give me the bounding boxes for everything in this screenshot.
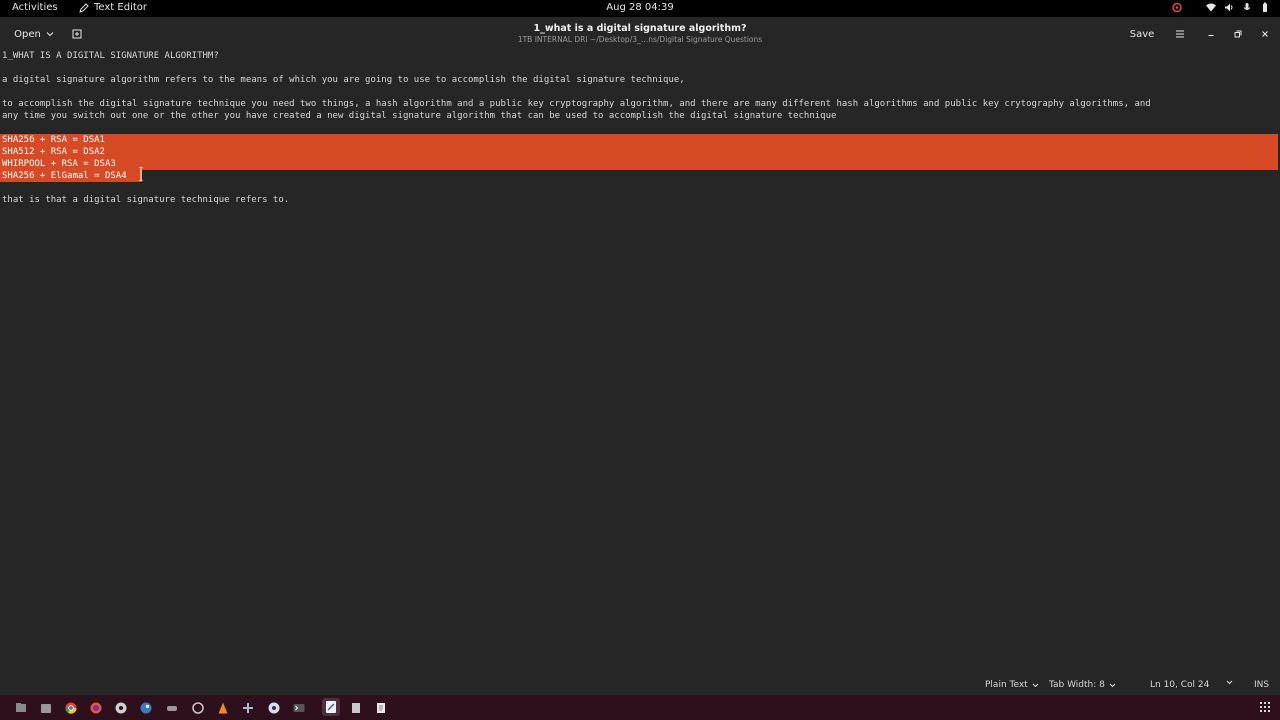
restore-icon: [1234, 30, 1242, 38]
clock[interactable]: Aug 28 04:39: [606, 2, 673, 13]
text-editor-icon: [79, 2, 89, 13]
cursor-position[interactable]: Ln 10, Col 24: [1150, 680, 1209, 690]
insert-mode[interactable]: INS: [1254, 680, 1269, 690]
header-bar: Open 1_what is a digital signature algor…: [0, 17, 1280, 50]
document-path: 1TB INTERNAL DRI ~/Desktop/3_…ns/Digital…: [517, 35, 763, 44]
text-line[interactable]: 1_WHAT IS A DIGITAL SIGNATURE ALGORITHM?: [2, 50, 219, 62]
text-line[interactable]: any time you switch out one or the other…: [2, 110, 836, 122]
document-viewer-icon[interactable]: [349, 700, 363, 714]
microphone-icon[interactable]: [1242, 2, 1252, 13]
text-selection: [0, 134, 1278, 170]
steam-icon[interactable]: [139, 700, 153, 714]
new-tab-icon: [72, 29, 82, 39]
notes-icon[interactable]: [374, 700, 388, 714]
game-controller-icon[interactable]: [165, 700, 179, 714]
cursor-position-label: Ln 10, Col 24: [1150, 680, 1210, 690]
selected-text-line[interactable]: SHA256 + RSA = DSA1: [2, 134, 105, 146]
dock: [0, 695, 1280, 720]
disk-utility-icon[interactable]: [267, 700, 281, 714]
language-label: Plain Text: [985, 680, 1028, 690]
close-icon: [1262, 31, 1268, 37]
folder-icon[interactable]: [39, 700, 53, 714]
update-icon[interactable]: [1172, 2, 1182, 13]
restore-button[interactable]: [1228, 23, 1248, 45]
selected-text-line[interactable]: SHA256 + ElGamal = DSA4: [2, 170, 127, 182]
hamburger-menu-icon: [1176, 30, 1184, 38]
tab-width-selector[interactable]: Tab Width: 8: [1049, 680, 1116, 690]
minimize-icon: [1208, 34, 1214, 37]
system-tray[interactable]: [1172, 2, 1270, 13]
text-cursor-icon: [139, 167, 143, 181]
document-title: 1_what is a digital signature algorithm?: [533, 23, 747, 34]
text-editor-area[interactable]: 1_WHAT IS A DIGITAL SIGNATURE ALGORITHM?…: [0, 50, 1280, 676]
chevron-down-icon: [1226, 680, 1233, 685]
volume-icon[interactable]: [1224, 2, 1234, 13]
selected-text-line[interactable]: SHA512 + RSA = DSA2: [2, 146, 105, 158]
text-line[interactable]: that is that a digital signature techniq…: [2, 194, 289, 206]
terminal-icon[interactable]: [292, 700, 306, 714]
open-label: Open: [14, 28, 41, 40]
minimize-button[interactable]: [1201, 23, 1221, 45]
network-tool-icon[interactable]: [241, 700, 255, 714]
sync-icon[interactable]: [191, 700, 205, 714]
new-document-button[interactable]: [66, 23, 88, 45]
save-button[interactable]: Save: [1124, 23, 1160, 45]
text-line[interactable]: a digital signature algorithm refers to …: [2, 74, 685, 86]
language-selector[interactable]: Plain Text: [985, 680, 1039, 690]
selected-text-line[interactable]: WHIRPOOL + RSA = DSA3: [2, 158, 116, 170]
tab-width-label: Tab Width: 8: [1049, 680, 1105, 690]
text-editor-dock-icon[interactable]: [322, 698, 340, 716]
wifi-icon[interactable]: [1206, 2, 1216, 13]
window-title: 1_what is a digital signature algorithm?…: [440, 23, 840, 44]
app-menu[interactable]: Text Editor: [79, 2, 147, 13]
vlc-icon[interactable]: [216, 700, 230, 714]
battery-icon[interactable]: [1260, 2, 1270, 13]
files-icon[interactable]: [14, 700, 28, 714]
close-button[interactable]: [1255, 23, 1275, 45]
firefox-icon[interactable]: [89, 700, 103, 714]
app-name: Text Editor: [94, 2, 147, 13]
show-apps-icon[interactable]: [1260, 702, 1270, 712]
position-menu[interactable]: [1226, 680, 1233, 685]
settings-icon[interactable]: [114, 700, 128, 714]
insert-mode-label: INS: [1254, 680, 1270, 690]
main-menu-button[interactable]: [1170, 23, 1190, 45]
chevron-down-icon: [1109, 683, 1116, 687]
activities-button[interactable]: Activities: [12, 2, 58, 13]
chevron-down-icon: [46, 32, 54, 37]
chevron-down-icon: [1032, 683, 1039, 687]
text-line[interactable]: to accomplish the digital signature tech…: [2, 98, 1151, 110]
status-bar: Plain Text Tab Width: 8 Ln 10, Col 24 IN…: [0, 676, 1280, 695]
chrome-icon[interactable]: [64, 700, 78, 714]
top-bar: Activities Text Editor Aug 28 04:39: [0, 0, 1280, 17]
open-button[interactable]: Open: [9, 23, 59, 45]
